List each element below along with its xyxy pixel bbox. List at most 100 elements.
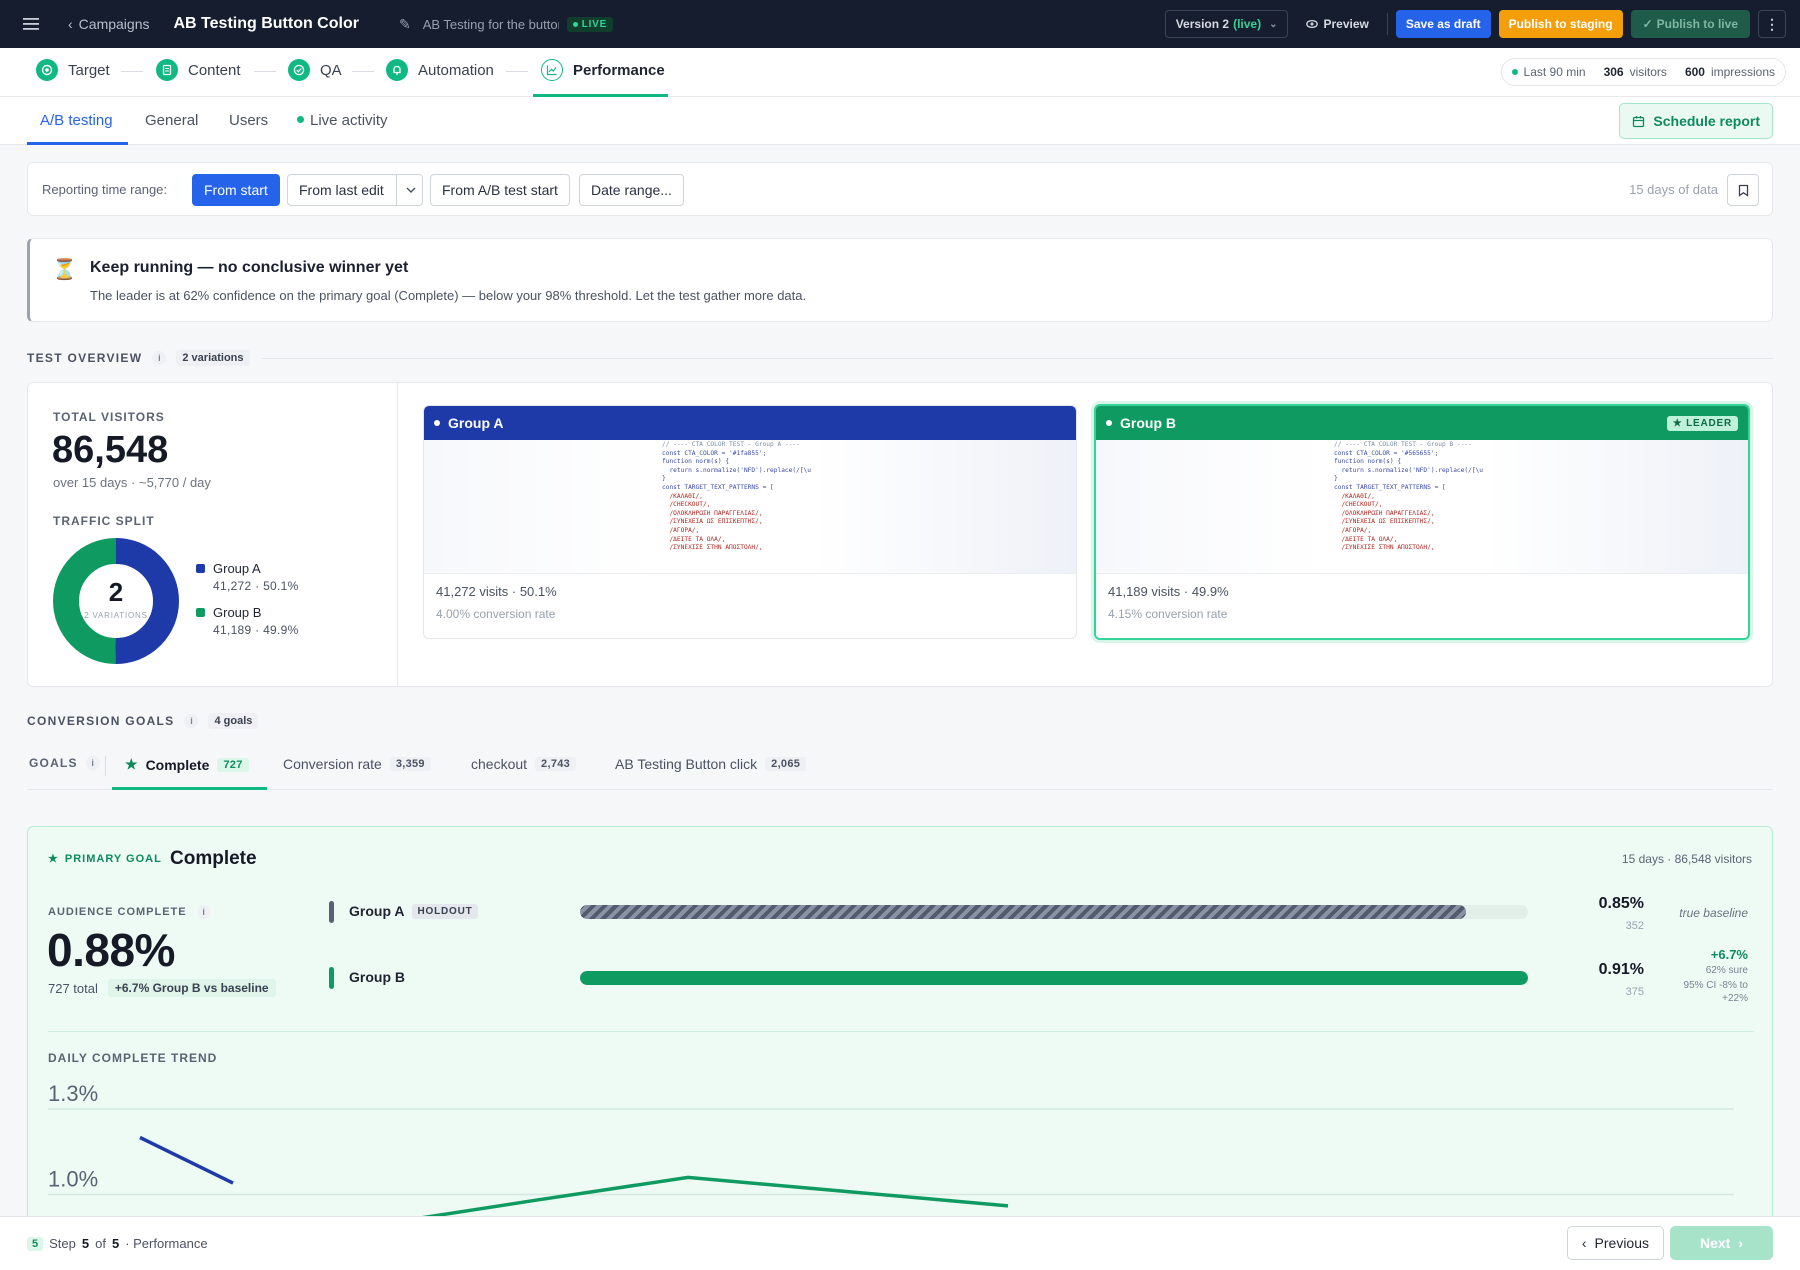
back-label: Campaigns bbox=[78, 16, 150, 32]
step-qa[interactable]: QA bbox=[288, 59, 342, 81]
step-content[interactable]: Content bbox=[156, 59, 241, 81]
goal-tab-label: checkout bbox=[471, 756, 528, 772]
step-number-badge: 5 bbox=[27, 1236, 44, 1251]
check-circle-icon bbox=[288, 59, 310, 81]
alert-body: The leader is at 62% confidence on the p… bbox=[90, 288, 807, 303]
goal-tab-count: 3,359 bbox=[389, 757, 431, 771]
goals-label: GOALS bbox=[29, 756, 78, 770]
step-word: Step bbox=[49, 1236, 76, 1251]
more-options-icon[interactable]: ⋮ bbox=[1758, 10, 1786, 38]
step-automation[interactable]: Automation bbox=[386, 59, 494, 81]
version-label: Version 2 bbox=[1175, 17, 1230, 31]
from-last-edit-label: From last edit bbox=[299, 182, 384, 198]
chevron-down-icon[interactable] bbox=[395, 175, 416, 205]
date-range-button[interactable]: Date range... bbox=[579, 174, 684, 206]
schedule-report-button[interactable]: Schedule report bbox=[1619, 103, 1773, 139]
legend-group-b: Group B 41,189 · 49.9% bbox=[196, 605, 299, 637]
step-connector bbox=[506, 71, 528, 72]
toolbar-divider bbox=[1386, 13, 1388, 35]
time-range-bar: Reporting time range: From start From la… bbox=[27, 162, 1773, 216]
total-steps: 5 bbox=[111, 1236, 120, 1251]
live-impressions-label: impressions bbox=[1710, 65, 1775, 79]
step-performance[interactable]: Performance bbox=[541, 59, 665, 81]
step-section: · Performance bbox=[125, 1236, 208, 1251]
previous-button[interactable]: ‹ Previous bbox=[1566, 1226, 1664, 1260]
preview-button[interactable]: Preview bbox=[1296, 17, 1378, 31]
variation-card-group-b[interactable]: Group B ★ LEADER // ---- CTA COLOR TEST … bbox=[1094, 404, 1750, 640]
test-status-alert: ⏳ Keep running — no conclusive winner ye… bbox=[27, 238, 1773, 322]
hourglass-icon: ⏳ bbox=[52, 259, 77, 281]
info-icon[interactable]: i bbox=[152, 351, 167, 365]
goal-tab-label: Complete bbox=[145, 756, 210, 773]
bell-icon bbox=[386, 59, 408, 81]
code-preview-thumbnail: // ---- CTA COLOR TEST - Group A ---- co… bbox=[662, 441, 812, 552]
live-dot-icon bbox=[1511, 69, 1518, 75]
save-as-draft-button[interactable]: Save as draft bbox=[1395, 10, 1491, 38]
current-step: 5 bbox=[81, 1236, 90, 1251]
info-icon[interactable]: i bbox=[85, 756, 100, 770]
step-connector bbox=[254, 71, 276, 72]
variation-visits: 41,272 visits · 50.1% bbox=[436, 584, 557, 599]
info-icon[interactable]: i bbox=[184, 714, 199, 728]
tab-ab-testing[interactable]: A/B testing bbox=[40, 112, 113, 129]
publish-to-staging-button[interactable]: Publish to staging bbox=[1498, 10, 1623, 38]
hamburger-menu-icon[interactable] bbox=[16, 9, 46, 39]
publish-live-label: Publish to live bbox=[1656, 17, 1738, 31]
legend-group-a: Group A 41,272 · 50.1% bbox=[196, 561, 299, 593]
audience-complete-value: 0.88% bbox=[47, 924, 175, 976]
goal-bar-fill bbox=[580, 905, 1467, 919]
tab-goal-complete[interactable]: ★ Complete 727 bbox=[125, 756, 249, 773]
publish-to-live-button[interactable]: ✓ Publish to live bbox=[1630, 10, 1750, 38]
group-a-count: 352 bbox=[1625, 920, 1644, 932]
steps-bar: Target Content QA Automation Performance… bbox=[0, 48, 1800, 97]
back-to-campaigns-link[interactable]: ‹ Campaigns bbox=[68, 16, 150, 32]
live-dot-icon bbox=[297, 115, 304, 123]
variation-card-group-a[interactable]: Group A // ---- CTA COLOR TEST - Group A… bbox=[423, 405, 1077, 639]
tab-goal-conversion-rate[interactable]: Conversion rate 3,359 bbox=[283, 756, 431, 772]
legend-detail: 41,272 · 50.1% bbox=[213, 579, 299, 593]
from-last-edit-button[interactable]: From last edit bbox=[287, 174, 423, 206]
tab-goal-button-click[interactable]: AB Testing Button click 2,065 bbox=[615, 756, 807, 772]
tab-goal-checkout[interactable]: checkout 2,743 bbox=[471, 756, 577, 772]
version-state: (live) bbox=[1233, 17, 1262, 31]
tab-general[interactable]: General bbox=[145, 112, 198, 129]
star-icon: ★ bbox=[48, 853, 59, 865]
tab-live-activity[interactable]: Live activity bbox=[297, 112, 388, 129]
from-start-button[interactable]: From start bbox=[192, 174, 280, 206]
version-dropdown[interactable]: Version 2 (live) ⌄ bbox=[1164, 10, 1289, 38]
total-visitors-label: TOTAL VISITORS bbox=[53, 410, 165, 424]
preview-label: Preview bbox=[1323, 17, 1369, 31]
tab-users[interactable]: Users bbox=[229, 112, 268, 129]
from-ab-start-button[interactable]: From A/B test start bbox=[430, 174, 570, 206]
primary-goal-tag-label: PRIMARY GOAL bbox=[64, 852, 162, 865]
step-label: Content bbox=[188, 61, 241, 79]
document-icon bbox=[156, 59, 178, 81]
traffic-summary: TOTAL VISITORS 86,548 over 15 days · ~5,… bbox=[28, 383, 398, 686]
legend-name: Group A bbox=[213, 561, 261, 576]
star-icon: ★ bbox=[125, 756, 138, 772]
next-button[interactable]: Next › bbox=[1670, 1226, 1773, 1260]
dot-icon bbox=[1106, 420, 1112, 426]
schedule-report-label: Schedule report bbox=[1653, 113, 1760, 129]
pencil-icon[interactable]: ✎ bbox=[399, 16, 411, 33]
step-target[interactable]: Target bbox=[36, 59, 110, 81]
campaign-title: AB Testing Button Color bbox=[173, 15, 359, 32]
trend-series-line bbox=[415, 1175, 1009, 1217]
group-marker bbox=[329, 901, 334, 923]
bookmark-icon[interactable] bbox=[1727, 174, 1759, 206]
goals-count-pill: 4 goals bbox=[208, 713, 259, 729]
trend-series-line bbox=[139, 1135, 234, 1185]
live-badge: LIVE bbox=[566, 16, 614, 32]
live-dot-icon bbox=[572, 21, 578, 27]
goal-bar-fill bbox=[580, 971, 1528, 985]
step-indicator: 5 Step 5 of 5 · Performance bbox=[27, 1236, 208, 1251]
chevron-left-icon: ‹ bbox=[1581, 1235, 1587, 1251]
goal-row-group-b-name: Group B bbox=[349, 969, 405, 985]
goal-bar-group-a bbox=[580, 905, 1528, 919]
info-icon[interactable]: i bbox=[196, 905, 211, 919]
legend-swatch bbox=[196, 564, 205, 573]
primary-goal-title: Complete bbox=[170, 848, 257, 869]
donut-number: 2 bbox=[108, 577, 124, 607]
active-tab-indicator bbox=[27, 142, 128, 145]
y-tick-label: 1.3% bbox=[48, 1081, 98, 1106]
